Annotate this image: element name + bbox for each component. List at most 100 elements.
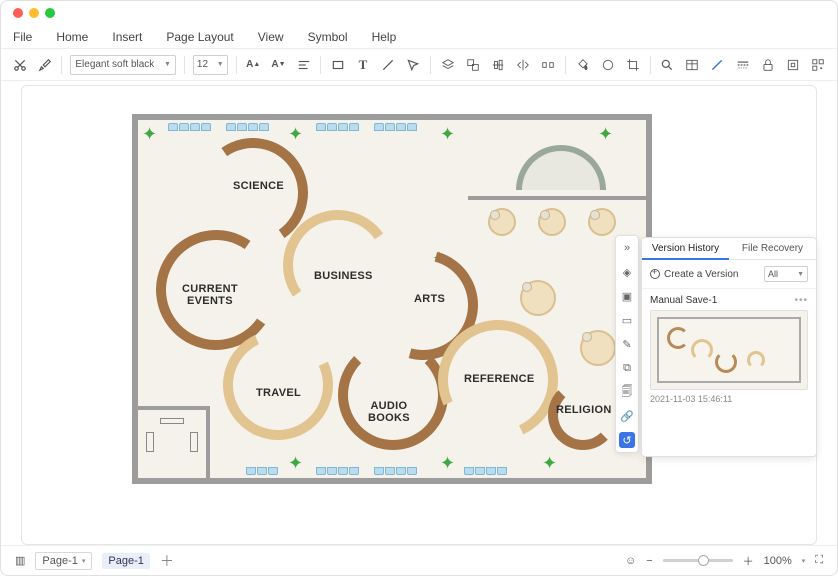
- shape-style-button[interactable]: [599, 56, 616, 74]
- reception-desk: [516, 145, 606, 190]
- tab-version-history[interactable]: Version History: [642, 238, 729, 260]
- crop-button[interactable]: [624, 56, 641, 74]
- bench: [226, 123, 269, 131]
- close-button[interactable]: [13, 8, 23, 18]
- flip-button[interactable]: [515, 56, 532, 74]
- bench: [246, 467, 278, 475]
- plus-circle-icon: [650, 269, 660, 279]
- font-name: Elegant soft black: [75, 59, 154, 70]
- line-tool[interactable]: [380, 56, 397, 74]
- toolbar: Elegant soft black▼ 12▼ A▲ A▼ T: [1, 49, 837, 81]
- clipboard-icon[interactable]: 🗐: [619, 384, 635, 400]
- zone-religion: RELIGION: [556, 404, 612, 416]
- page-select[interactable]: Page-1 ▾: [35, 552, 92, 570]
- menu-page-layout[interactable]: Page Layout: [166, 30, 233, 44]
- create-version-button[interactable]: Create a Version: [650, 269, 739, 280]
- align-objects-button[interactable]: [489, 56, 506, 74]
- menu-view[interactable]: View: [258, 30, 284, 44]
- zone-reference: REFERENCE: [464, 373, 535, 385]
- increase-font-button[interactable]: A▲: [245, 56, 262, 74]
- zoom-slider[interactable]: [663, 559, 733, 562]
- focus-mode-button[interactable]: ☺: [625, 555, 636, 567]
- plant-icon: ✦: [440, 453, 455, 474]
- round-table: [488, 208, 516, 236]
- zone-current-events: CURRENT EVENTS: [182, 283, 238, 307]
- menu-file[interactable]: File: [13, 30, 32, 44]
- spacing-button[interactable]: [540, 56, 557, 74]
- side-tool-rail: » ◈ ▣ ▭ ✎ ⧉ 🗐 🔗 ↺: [615, 235, 639, 453]
- plant-icon: ✦: [142, 124, 157, 145]
- plant-icon: ✦: [598, 124, 613, 145]
- cut-button[interactable]: [11, 56, 28, 74]
- window-titlebar: [1, 1, 837, 25]
- version-item[interactable]: Manual Save-1 ••• 2021-11-03 15:46:11: [642, 289, 816, 410]
- tab-file-recovery[interactable]: File Recovery: [729, 238, 816, 260]
- history-icon[interactable]: ↺: [619, 432, 635, 448]
- shelf-arc: [338, 340, 448, 450]
- pages-outline-icon[interactable]: ▥: [15, 554, 25, 567]
- fill-color-button[interactable]: [574, 56, 591, 74]
- chevron-down-icon[interactable]: ▾: [802, 557, 806, 565]
- rectangle-tool[interactable]: [329, 56, 346, 74]
- lock-button[interactable]: [759, 56, 776, 74]
- resources-icon[interactable]: ⧉: [619, 360, 635, 376]
- bench: [374, 467, 417, 475]
- floorplan-drawing[interactable]: ✦ ✦ ✦ ✦ ✦ ✦ ✦ ✦: [132, 114, 652, 484]
- text-tool[interactable]: T: [354, 56, 371, 74]
- menu-help[interactable]: Help: [372, 30, 397, 44]
- zone-business: BUSINESS: [314, 270, 373, 282]
- align-button[interactable]: [295, 56, 312, 74]
- interior-wall: [468, 196, 646, 200]
- bench: [168, 123, 211, 131]
- menu-insert[interactable]: Insert: [112, 30, 142, 44]
- round-table: [580, 330, 616, 366]
- comments-icon[interactable]: ✎: [619, 336, 635, 352]
- collapse-rail-button[interactable]: »: [619, 240, 635, 256]
- maximize-button[interactable]: [45, 8, 55, 18]
- page-tab[interactable]: Page-1: [102, 553, 149, 569]
- table-button[interactable]: [684, 56, 701, 74]
- search-button[interactable]: [658, 56, 675, 74]
- theme-icon[interactable]: ◈: [619, 264, 635, 280]
- page-select-label: Page-1: [42, 555, 77, 567]
- round-table: [520, 280, 556, 316]
- plant-icon: ✦: [288, 453, 303, 474]
- bench: [464, 467, 507, 475]
- filter-select[interactable]: All ▼: [764, 266, 808, 282]
- link-icon[interactable]: 🔗: [619, 408, 635, 424]
- more-icon[interactable]: •••: [794, 295, 808, 306]
- decrease-font-button[interactable]: A▼: [270, 56, 287, 74]
- plant-icon: ✦: [288, 124, 303, 145]
- zoom-in-button[interactable]: ＋: [743, 553, 754, 569]
- menu-symbol[interactable]: Symbol: [308, 30, 348, 44]
- filter-label: All: [768, 269, 778, 279]
- more-tools-button[interactable]: [810, 56, 827, 74]
- font-select[interactable]: Elegant soft black▼: [70, 55, 176, 75]
- version-name: Manual Save-1: [650, 295, 717, 306]
- artboard-button[interactable]: [785, 56, 802, 74]
- chevron-down-icon: ▼: [797, 271, 804, 278]
- image-icon[interactable]: ▣: [619, 288, 635, 304]
- bench: [316, 123, 359, 131]
- status-bar: ▥ Page-1 ▾ Page-1 ＋ ☺ − ＋ 100% ▾ ⛶: [1, 545, 837, 575]
- fullscreen-button[interactable]: ⛶: [815, 554, 823, 567]
- version-timestamp: 2021-11-03 15:46:11: [650, 394, 808, 404]
- chevron-down-icon: ▾: [82, 557, 86, 565]
- minimize-button[interactable]: [29, 8, 39, 18]
- zoom-out-button[interactable]: −: [646, 555, 652, 567]
- font-size-select[interactable]: 12▼: [193, 55, 228, 75]
- bench: [374, 123, 417, 131]
- font-size: 12: [197, 59, 208, 70]
- pointer-tool[interactable]: [405, 56, 422, 74]
- add-page-button[interactable]: ＋: [160, 551, 174, 571]
- layers-icon[interactable]: ▭: [619, 312, 635, 328]
- dash-style-button[interactable]: [734, 56, 751, 74]
- format-painter-button[interactable]: [36, 56, 53, 74]
- plant-icon: ✦: [440, 124, 455, 145]
- layer-front-button[interactable]: [439, 56, 456, 74]
- version-thumbnail: [650, 310, 808, 390]
- line-style-button[interactable]: [709, 56, 726, 74]
- menu-home[interactable]: Home: [56, 30, 88, 44]
- group-button[interactable]: [464, 56, 481, 74]
- create-version-label: Create a Version: [664, 269, 739, 280]
